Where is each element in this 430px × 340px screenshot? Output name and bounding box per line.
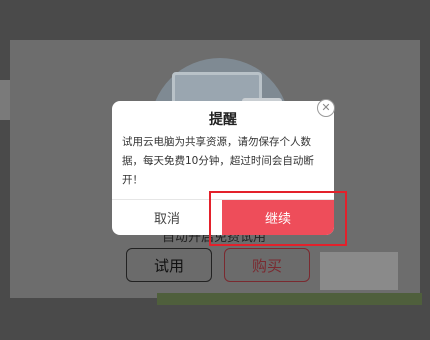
- highlight-annotation-box: [209, 191, 347, 246]
- cancel-button[interactable]: 取消: [112, 200, 222, 235]
- background-image-strip: [157, 293, 422, 305]
- background-sidebar-fragment: [0, 80, 10, 120]
- blurred-region: [320, 252, 398, 290]
- close-icon[interactable]: ✕: [317, 99, 335, 117]
- trial-button[interactable]: 试用: [126, 248, 212, 282]
- dialog-message: 试用云电脑为共享资源，请勿保存个人数据，每天免费10分钟，超过时间会自动断开！: [122, 136, 314, 186]
- buy-button[interactable]: 购买: [224, 248, 310, 282]
- dialog-title: 提醒: [209, 112, 237, 128]
